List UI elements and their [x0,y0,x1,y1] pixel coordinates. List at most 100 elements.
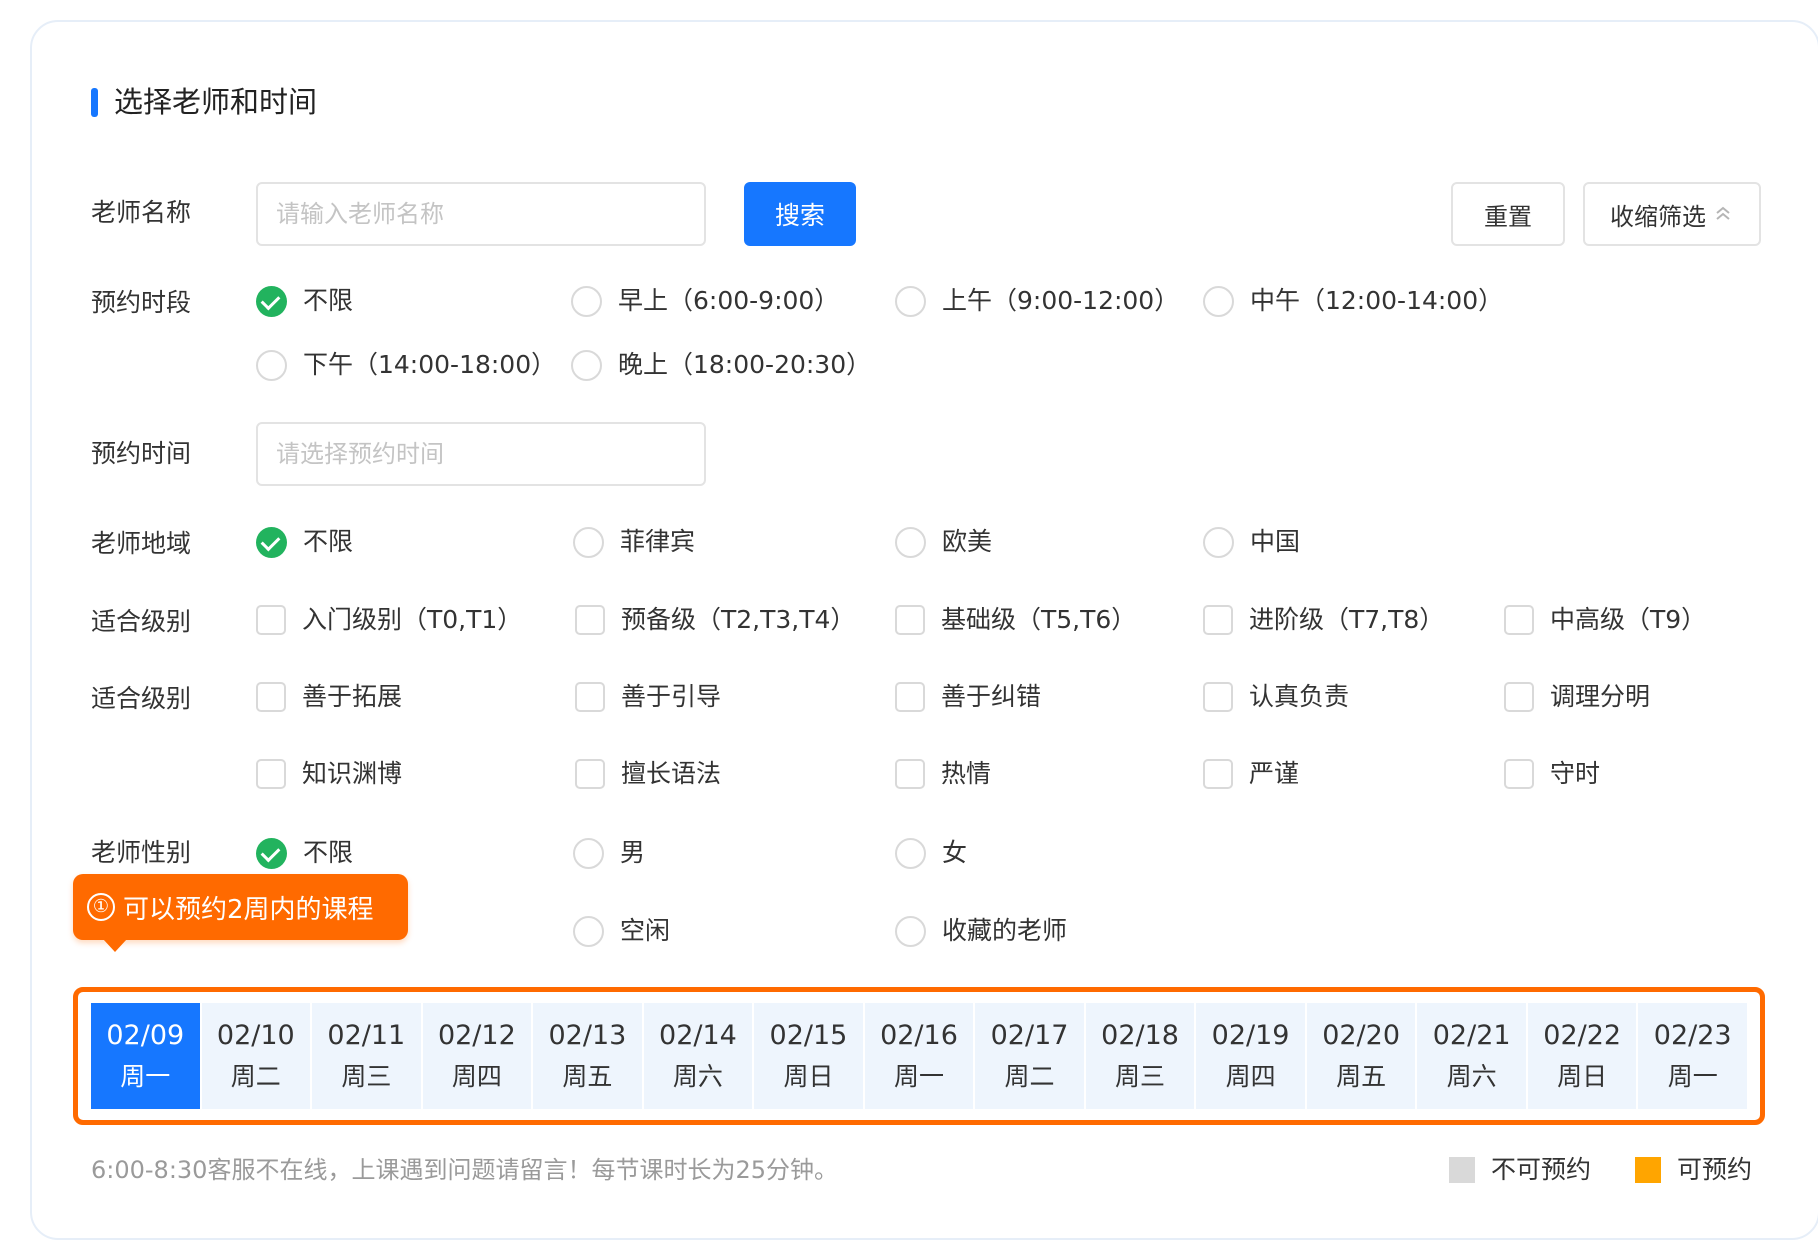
weekday-label: 周四 [451,1061,502,1091]
option-label: 欧美 [942,527,993,556]
date-cell[interactable]: 02/15 周日 [754,1003,863,1109]
date-label: 02/22 [1543,1019,1622,1051]
radio-icon [895,526,926,558]
level-option-beginner[interactable]: 入门级别（T0,T1） [256,603,522,637]
double-chevron-up-icon [1716,206,1730,220]
checkbox-icon [1203,605,1233,635]
option-label: 收藏的老师 [942,916,1068,945]
trait-option-knowledgeable[interactable]: 知识渊博 [256,757,402,791]
checkbox-icon [1504,605,1534,635]
time-slot-option-morning[interactable]: 早上（6:00-9:00） [571,284,839,318]
collapse-filter-button[interactable]: 收缩筛选 [1583,182,1761,246]
status-option-favorites[interactable]: 收藏的老师 [895,914,1067,948]
region-option-china[interactable]: 中国 [1203,525,1300,559]
date-label: 02/21 [1432,1019,1511,1051]
time-slot-option-noon[interactable]: 中午（12:00-14:00） [1203,284,1503,318]
gender-option-male[interactable]: 男 [573,836,645,870]
region-option-philippines[interactable]: 菲律宾 [573,525,695,559]
option-label: 调理分明 [1550,682,1651,711]
booking-time-label: 预约时间 [91,439,192,468]
checkbox-icon [1203,759,1233,789]
reset-button[interactable]: 重置 [1451,182,1565,246]
checkbox-icon [895,759,925,789]
region-label: 老师地域 [91,529,192,558]
region-option-any[interactable]: 不限 [256,525,353,559]
trait-option-responsible[interactable]: 认真负责 [1203,680,1349,714]
date-cell[interactable]: 02/20 周五 [1306,1003,1416,1109]
date-cell[interactable]: 02/19 周四 [1196,1003,1305,1109]
level-option-upper-intermediate[interactable]: 中高级（T9） [1504,603,1706,637]
option-label: 守时 [1550,759,1601,788]
radio-checked-icon [256,837,287,869]
booking-time-input[interactable] [256,422,706,486]
date-label: 02/23 [1653,1019,1732,1051]
checkbox-icon [895,605,925,635]
legend-label: 不可预约 [1491,1155,1592,1184]
weekday-label: 周三 [1115,1061,1166,1091]
option-label: 女 [942,838,968,867]
date-cell[interactable]: 02/17 周二 [975,1003,1084,1109]
trait-option-enthusiastic[interactable]: 热情 [895,757,991,791]
checkbox-icon [575,759,605,789]
level-option-advanced[interactable]: 进阶级（T7,T8） [1203,603,1444,637]
option-label: 基础级（T5,T6） [941,605,1137,634]
date-cell[interactable]: 02/23 周一 [1638,1003,1747,1109]
weekday-label: 周一 [893,1061,944,1091]
trait-option-punctual[interactable]: 守时 [1504,757,1600,791]
trait-option-grammar[interactable]: 擅长语法 [575,757,721,791]
radio-icon [573,526,604,558]
traits-label: 适合级别 [91,684,192,713]
search-button[interactable]: 搜索 [744,182,856,246]
checkbox-icon [1504,759,1534,789]
time-slot-option-forenoon[interactable]: 上午（9:00-12:00） [895,284,1179,318]
gender-label: 老师性别 [91,838,192,867]
date-cell[interactable]: 02/14 周六 [643,1003,753,1109]
date-cell[interactable]: 02/09 周一 [91,1003,200,1109]
region-option-europe-america[interactable]: 欧美 [895,525,992,559]
status-option-idle[interactable]: 空闲 [573,914,670,948]
date-cell[interactable]: 02/12 周四 [422,1003,532,1109]
date-cell[interactable]: 02/10 周二 [201,1003,311,1109]
option-label: 上午（9:00-12:00） [942,286,1180,315]
collapse-filter-label: 收缩筛选 [1610,202,1706,231]
date-cell[interactable]: 02/16 周一 [864,1003,974,1109]
gender-option-female[interactable]: 女 [895,836,967,870]
trait-option-rigorous[interactable]: 严谨 [1203,757,1299,791]
time-slot-option-afternoon[interactable]: 下午（14:00-18:00） [256,348,556,382]
date-cell[interactable]: 02/13 周五 [533,1003,642,1109]
teacher-name-input[interactable] [256,182,706,246]
weekday-label: 周二 [1004,1061,1055,1091]
option-label: 晚上（18:00-20:30） [618,350,872,379]
option-label: 善于引导 [621,682,722,711]
date-cell[interactable]: 02/18 周三 [1085,1003,1195,1109]
time-slot-option-any[interactable]: 不限 [256,284,353,318]
option-label: 中高级（T9） [1550,605,1707,634]
date-label: 02/15 [769,1019,848,1051]
checkbox-icon [1504,682,1534,712]
checkbox-icon [575,682,605,712]
trait-option-correct[interactable]: 善于纠错 [895,680,1041,714]
legend-available: 可预约 [1635,1153,1752,1187]
trait-option-organized[interactable]: 调理分明 [1504,680,1650,714]
trait-option-guide[interactable]: 善于引导 [575,680,721,714]
weekday-label: 周三 [341,1061,392,1091]
option-label: 善于拓展 [302,682,403,711]
checkbox-icon [256,682,286,712]
option-label: 中国 [1250,527,1301,556]
gender-option-any[interactable]: 不限 [256,836,353,870]
date-label: 02/20 [1322,1019,1401,1051]
level-option-basic[interactable]: 基础级（T5,T6） [895,603,1136,637]
level-option-preparatory[interactable]: 预备级（T2,T3,T4） [575,603,855,637]
option-label: 早上（6:00-9:00） [618,286,840,315]
date-cell[interactable]: 02/21 周六 [1417,1003,1526,1109]
date-list: 02/09 周一 02/10 周二 02/11 周三 02/12 周四 02/13 周五 02/14… [91,1003,1747,1109]
trait-option-expand[interactable]: 善于拓展 [256,680,402,714]
time-slot-label: 预约时段 [91,288,192,317]
date-cell[interactable]: 02/11 周三 [312,1003,421,1109]
radio-checked-icon [256,526,287,558]
weekday-label: 周四 [1225,1061,1276,1091]
date-cell[interactable]: 02/22 周日 [1527,1003,1637,1109]
time-slot-option-evening[interactable]: 晚上（18:00-20:30） [571,348,871,382]
date-selector: 02/09 周一 02/10 周二 02/11 周三 02/12 周四 02/13 周五 02/14… [73,987,1765,1125]
weekday-label: 周六 [672,1061,723,1091]
